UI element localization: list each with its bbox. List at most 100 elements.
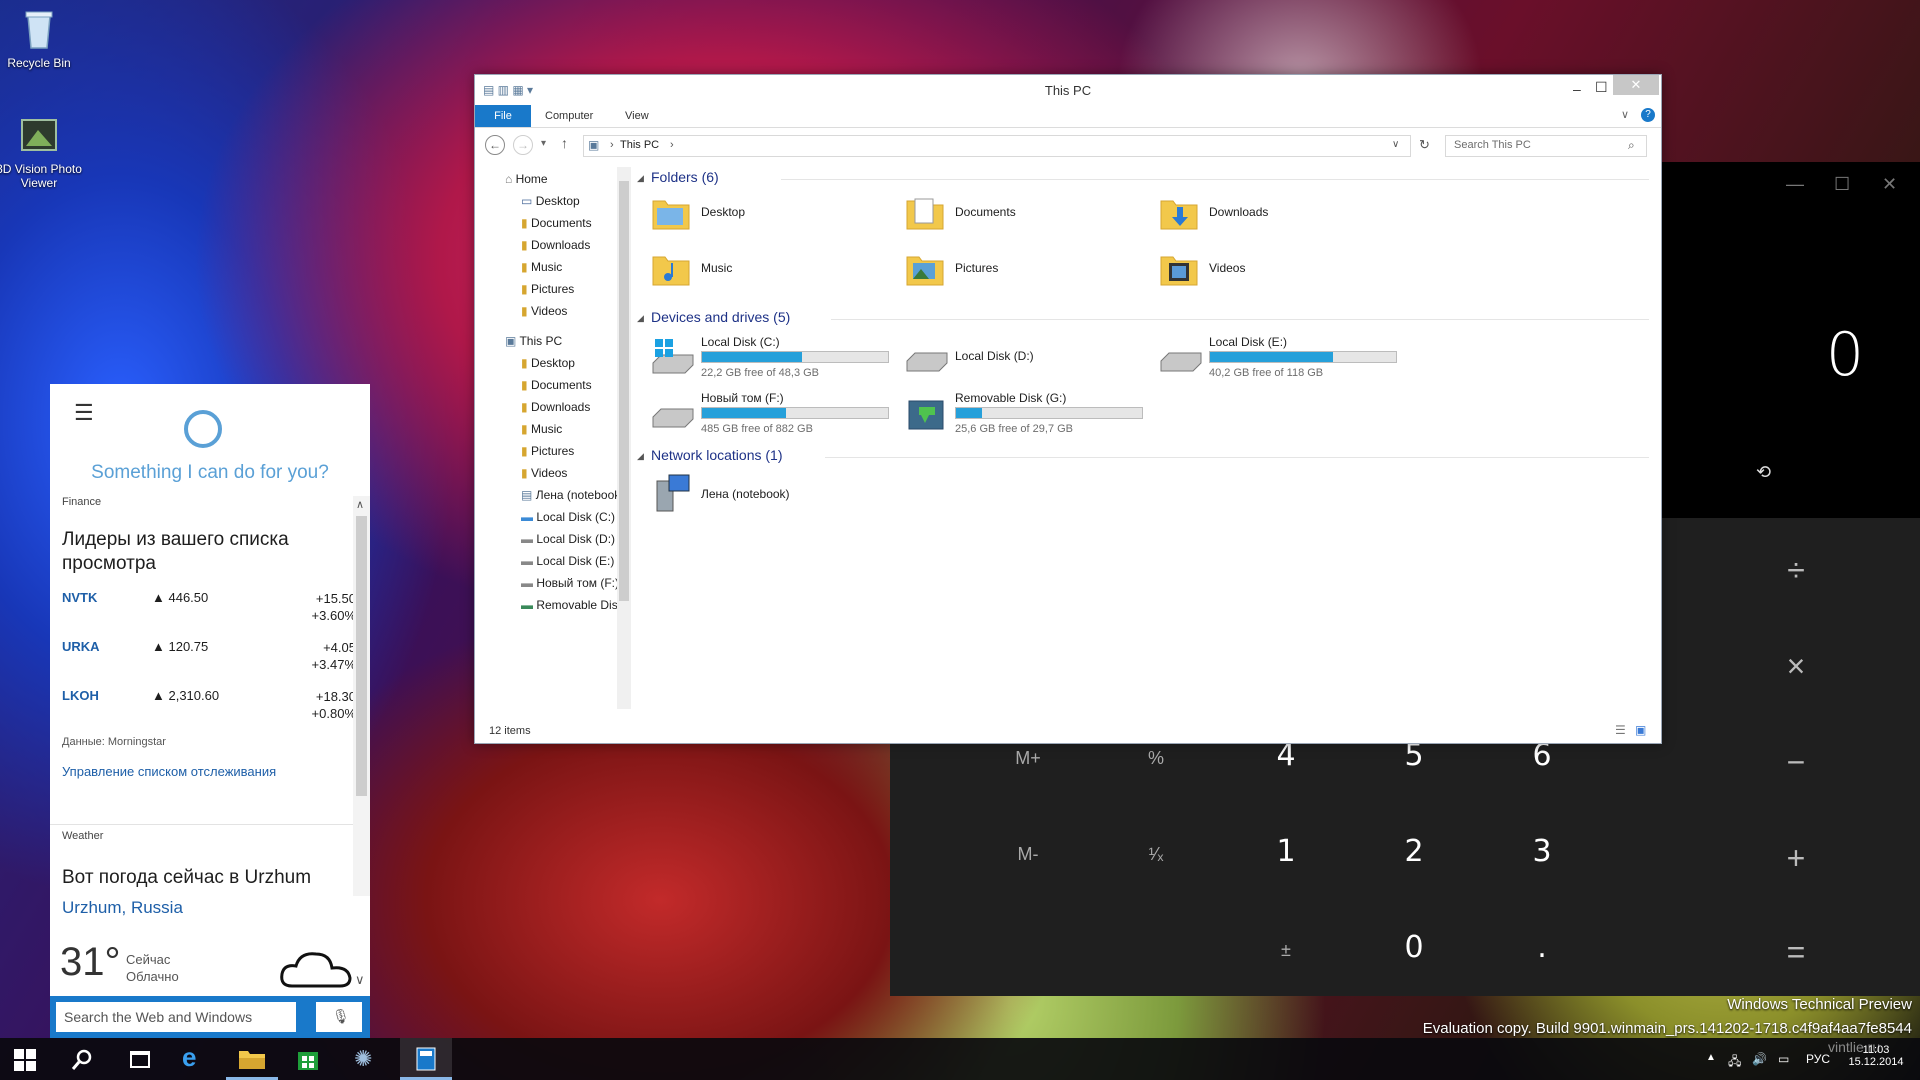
taskbar-app-store[interactable]	[282, 1038, 334, 1080]
search-input[interactable]: Search the Web and Windows	[56, 1002, 296, 1032]
forward-icon[interactable]: →	[513, 135, 533, 155]
nav-item-this-pc[interactable]: ▣ This PC	[505, 331, 562, 351]
explorer-titlebar[interactable]: ▤ ▥ ▦ ▾ This PC – ☐ ✕	[475, 75, 1661, 105]
tab-view[interactable]: View	[625, 105, 649, 127]
digit-2-button[interactable]: 2	[1374, 834, 1454, 869]
start-button[interactable]	[0, 1038, 52, 1080]
input-language[interactable]: РУС	[1806, 1052, 1830, 1066]
chevron-down-icon[interactable]: ∨	[355, 972, 365, 988]
group-header-network[interactable]: Network locations (1)	[651, 447, 783, 463]
digit-3-button[interactable]: 3	[1502, 834, 1582, 869]
chevron-down-icon[interactable]: ∨	[1621, 108, 1629, 121]
nav-item-pc[interactable]: ▬ Removable Disk (G:)	[521, 595, 627, 615]
maximize-icon[interactable]: ☐	[1834, 174, 1850, 195]
digit-1-button[interactable]: 1	[1246, 834, 1326, 869]
maximize-icon[interactable]: ☐	[1595, 79, 1608, 96]
negate-button[interactable]: ±	[1246, 940, 1326, 961]
taskbar-app-calculator[interactable]	[400, 1038, 452, 1080]
taskbar-app-explorer[interactable]	[226, 1038, 278, 1080]
nav-item-quick[interactable]: ▮ Videos	[521, 301, 567, 321]
minus-button[interactable]: −	[1766, 744, 1826, 781]
nav-item-quick[interactable]: ▭ Desktop	[521, 191, 580, 211]
drive-usage-bar	[701, 351, 889, 363]
multiply-button[interactable]: ×	[1766, 648, 1826, 685]
nav-item-pc[interactable]: ▮ Music	[521, 419, 562, 439]
weather-location[interactable]: Urzhum, Russia	[62, 898, 183, 918]
manage-watchlist-link[interactable]: Управление списком отслеживания	[62, 764, 276, 779]
reciprocal-button[interactable]: ¹⁄ₓ	[1116, 844, 1196, 865]
decimal-button[interactable]: .	[1502, 930, 1582, 965]
stock-symbol[interactable]: URKA	[62, 639, 100, 654]
nav-item-pc[interactable]: ▮ Pictures	[521, 441, 574, 461]
volume-icon[interactable]: 🔊	[1752, 1052, 1767, 1066]
history-icon[interactable]: ⟲	[1756, 462, 1771, 483]
large-icons-view-icon[interactable]: ▣	[1635, 723, 1646, 737]
group-header-drives[interactable]: Devices and drives (5)	[651, 309, 790, 325]
group-header-folders[interactable]: Folders (6)	[651, 169, 719, 185]
memory-add-button[interactable]: M+	[988, 748, 1068, 769]
nav-item-pc[interactable]: ▬ Local Disk (C:)	[521, 507, 615, 527]
tab-file[interactable]: File	[475, 105, 531, 127]
cortana-search-bar: Search the Web and Windows 🎙	[50, 996, 370, 1038]
digit-0-button[interactable]: 0	[1374, 930, 1454, 965]
scrollbar-thumb[interactable]	[619, 181, 629, 601]
task-view-button[interactable]	[114, 1038, 166, 1080]
taskbar-app-photo-viewer[interactable]: ✺	[340, 1038, 392, 1080]
chevron-up-icon[interactable]: ∧	[356, 498, 364, 511]
taskbar-app-ie[interactable]: e	[172, 1038, 224, 1080]
watermark-line1: Windows Technical Preview	[1727, 996, 1912, 1013]
details-view-icon[interactable]: ☰	[1615, 723, 1626, 737]
search-input[interactable]: Search This PC ⌕	[1445, 135, 1647, 157]
minimize-icon[interactable]: –	[1573, 81, 1581, 97]
nav-item-pc[interactable]: ▮ Downloads	[521, 397, 590, 417]
cortana-scrollbar[interactable]: ∧	[353, 496, 370, 896]
percent-button[interactable]: %	[1116, 748, 1196, 769]
desktop-icon-recycle-bin[interactable]: Recycle Bin	[0, 6, 84, 70]
nav-item-pc[interactable]: ▬ Local Disk (E:)	[521, 551, 614, 571]
refresh-icon[interactable]: ↻	[1419, 137, 1430, 153]
desktop-icon-3d-vision[interactable]: 3D Vision Photo Viewer	[0, 112, 84, 190]
memory-subtract-button[interactable]: M-	[988, 844, 1068, 865]
nav-item-quick[interactable]: ▮ Pictures	[521, 279, 574, 299]
plus-button[interactable]: +	[1766, 840, 1826, 877]
stock-symbol[interactable]: NVTK	[62, 590, 97, 605]
divide-button[interactable]: ÷	[1766, 552, 1826, 589]
tab-computer[interactable]: Computer	[545, 105, 593, 127]
address-bar[interactable]: ▣ › This PC › ∨	[583, 135, 1411, 157]
nav-item-pc[interactable]: ▮ Desktop	[521, 353, 575, 373]
nav-item-pc[interactable]: ▤ Лена (notebook)	[521, 485, 624, 505]
up-icon[interactable]: ↑	[561, 135, 568, 151]
network-icon[interactable]: 🖧	[1728, 1052, 1741, 1073]
cortana-circle-icon[interactable]	[184, 410, 222, 448]
nav-item-pc[interactable]: ▬ Новый том (F:)	[521, 573, 619, 593]
drive-usage-fill	[702, 408, 786, 418]
nav-scrollbar[interactable]	[617, 167, 631, 709]
nav-item-pc[interactable]: ▬ Local Disk (D:)	[521, 529, 615, 549]
chevron-down-icon[interactable]: ∨	[1392, 139, 1399, 150]
collapse-icon[interactable]: ◢	[637, 313, 644, 324]
equals-button[interactable]: =	[1766, 934, 1826, 971]
nav-item-home[interactable]: ⌂ Home	[505, 169, 548, 189]
hamburger-menu-icon[interactable]: ☰	[74, 400, 94, 426]
minimize-icon[interactable]: —	[1786, 174, 1804, 195]
collapse-icon[interactable]: ◢	[637, 173, 644, 184]
close-icon[interactable]: ✕	[1882, 174, 1897, 195]
help-icon[interactable]: ?	[1641, 108, 1655, 122]
nav-item-quick[interactable]: ▮ Downloads	[521, 235, 590, 255]
search-button[interactable]	[56, 1038, 108, 1080]
nav-item-quick[interactable]: ▮ Documents	[521, 213, 592, 233]
scrollbar-thumb[interactable]	[356, 516, 367, 796]
close-icon[interactable]: ✕	[1613, 75, 1659, 95]
stock-symbol[interactable]: LKOH	[62, 688, 99, 703]
clock[interactable]: 11:03 15.12.2014	[1848, 1044, 1904, 1068]
collapse-icon[interactable]: ◢	[637, 451, 644, 462]
back-icon[interactable]: ←	[485, 135, 505, 155]
microphone-button[interactable]: 🎙	[316, 1002, 362, 1032]
action-center-icon[interactable]: ▭	[1778, 1052, 1789, 1066]
nav-item-pc[interactable]: ▮ Documents	[521, 375, 592, 395]
show-hidden-icons-icon[interactable]: ▲	[1706, 1052, 1716, 1063]
weather-heading: Вот погода сейчас в Urzhum	[62, 867, 312, 888]
nav-item-quick[interactable]: ▮ Music	[521, 257, 562, 277]
nav-item-pc[interactable]: ▮ Videos	[521, 463, 567, 483]
recent-locations-icon[interactable]: ▾	[541, 138, 546, 149]
